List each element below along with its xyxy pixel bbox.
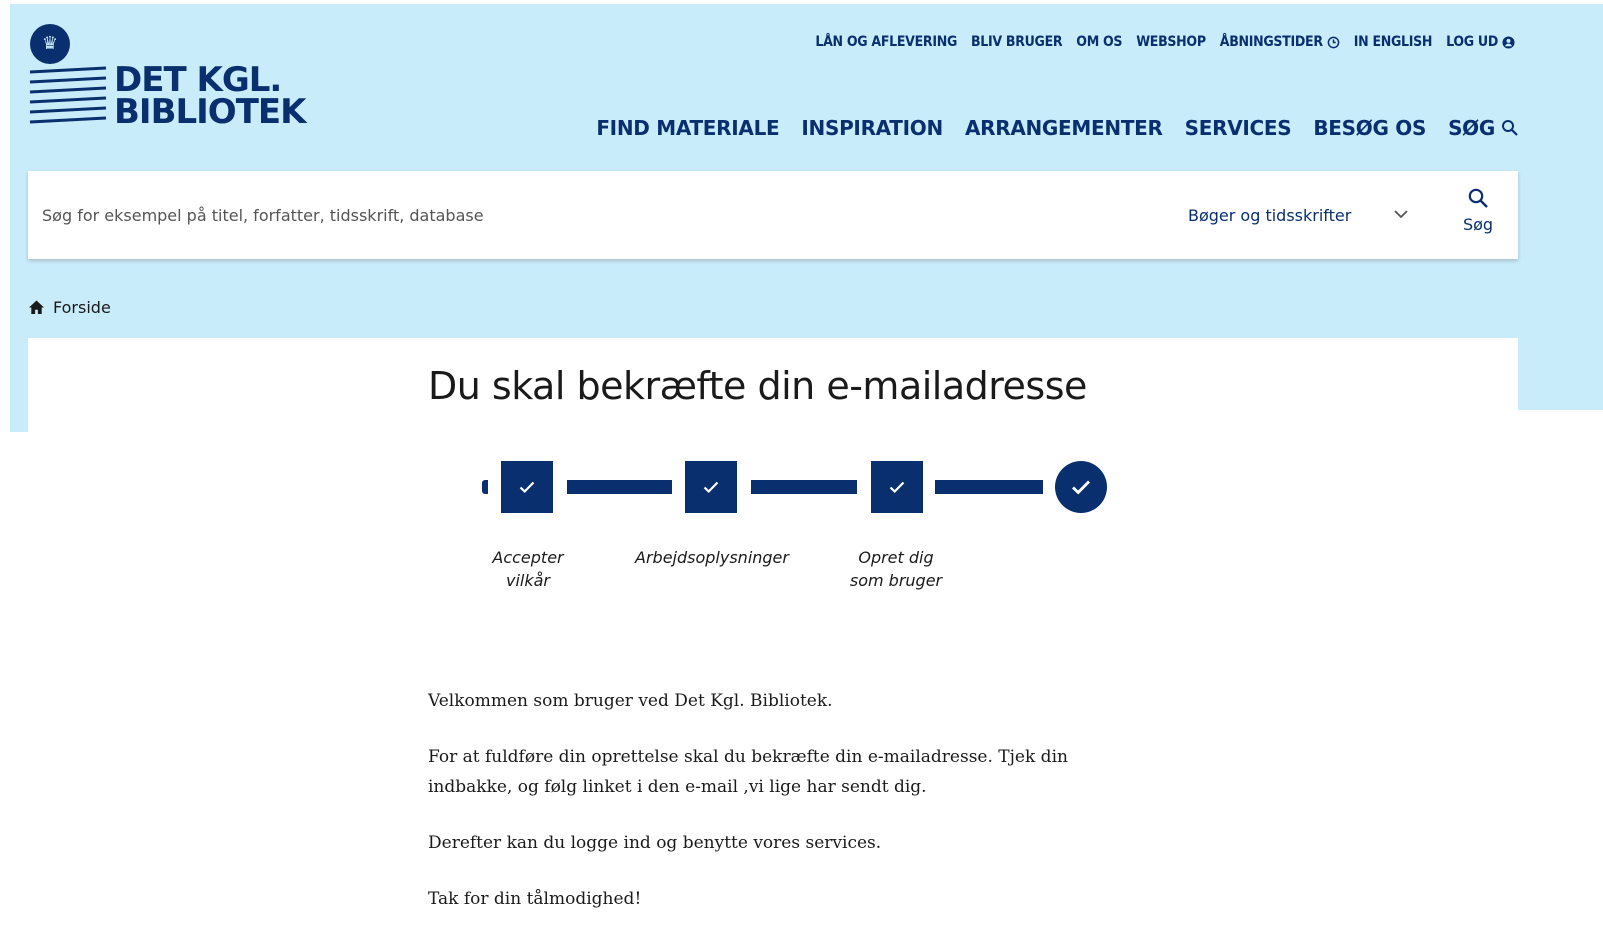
util-link-laan-og-aflevering[interactable]: LÅN OG AFLEVERING (815, 34, 957, 50)
check-icon (519, 481, 535, 494)
instruction-paragraph: For at fuldføre din oprettelse skal du b… (428, 747, 1068, 797)
nav-soeg-label: SØG (1448, 116, 1495, 140)
util-link-in-english[interactable]: IN ENGLISH (1354, 34, 1433, 50)
user-icon (1502, 35, 1515, 49)
breadcrumb-home-label: Forside (53, 298, 111, 317)
step-2-box (685, 461, 737, 513)
nav-services[interactable]: SERVICES (1185, 116, 1292, 140)
crown-icon: ♛ (30, 24, 70, 64)
nav-inspiration[interactable]: INSPIRATION (801, 116, 943, 140)
step-connector (935, 480, 1043, 494)
util-link-aabningstider[interactable]: ÅBNINGSTIDER (1220, 34, 1340, 50)
utility-nav: LÅN OG AFLEVERING BLIV BRUGER OM OS WEBS… (815, 34, 1515, 50)
breadcrumb[interactable]: Forside (28, 298, 111, 317)
search-icon (1468, 188, 1488, 208)
step-2-label: Arbejdsoplysninger (635, 548, 789, 567)
step-3-label: Opret dig som bruger (849, 548, 943, 590)
check-icon (703, 481, 719, 494)
logo-lines-icon (29, 66, 107, 124)
util-link-om-os[interactable]: OM OS (1076, 34, 1122, 50)
search-icon (1502, 120, 1518, 136)
check-icon (889, 481, 905, 494)
logo-wordmark: DET KGL. BIBLIOTEK (114, 63, 306, 132)
thanks-paragraph: Tak for din tålmodighed! (428, 889, 642, 909)
nav-soeg[interactable]: SØG (1448, 116, 1519, 140)
nav-find-materiale[interactable]: FIND MATERIALE (596, 116, 779, 140)
search-bar: Bøger og tidsskrifter Søg (28, 171, 1518, 259)
check-icon (1072, 480, 1090, 495)
main-nav: FIND MATERIALE INSPIRATION ARRANGEMENTER… (596, 116, 1519, 140)
clock-icon (1327, 36, 1340, 48)
nav-besoeg-os[interactable]: BESØG OS (1313, 116, 1426, 140)
page-title: Du skal bekræfte din e-mailadresse (428, 364, 1087, 408)
chevron-down-icon[interactable] (1392, 205, 1410, 223)
search-category-select[interactable]: Bøger og tidsskrifter (1188, 171, 1351, 259)
progress-stepper: Accepter vilkår Arbejdsoplysninger Opret… (470, 450, 1170, 600)
step-connector (751, 480, 857, 494)
next-steps-paragraph: Derefter kan du logge ind og benytte vor… (428, 833, 882, 853)
nav-arrangementer[interactable]: ARRANGEMENTER (965, 116, 1163, 140)
step-3-box (871, 461, 923, 513)
welcome-paragraph: Velkommen som bruger ved Det Kgl. Biblio… (428, 691, 833, 711)
util-link-log-ud-label: LOG UD (1446, 34, 1498, 50)
util-link-log-ud[interactable]: LOG UD (1446, 34, 1515, 50)
util-link-bliv-bruger[interactable]: BLIV BRUGER (971, 34, 1063, 50)
search-button-label: Søg (1462, 215, 1494, 234)
step-4-circle (1055, 461, 1107, 513)
home-icon (29, 300, 44, 314)
util-link-webshop[interactable]: WEBSHOP (1136, 34, 1206, 50)
logo-line-2: BIBLIOTEK (114, 92, 306, 132)
page-background-gap (1518, 410, 1603, 440)
step-1-label: Accepter vilkår (492, 548, 564, 590)
search-button[interactable]: Søg (1448, 185, 1508, 245)
site-logo[interactable]: ♛ DET KGL. BIBLIOTEK (28, 24, 306, 134)
step-1-box (501, 461, 553, 513)
util-link-aabningstider-label: ÅBNINGSTIDER (1219, 34, 1323, 50)
confirmation-message: Velkommen som bruger ved Det Kgl. Biblio… (428, 686, 1088, 940)
search-input[interactable] (28, 171, 1158, 259)
step-connector (567, 480, 672, 494)
stepper-start-cap (482, 480, 488, 494)
